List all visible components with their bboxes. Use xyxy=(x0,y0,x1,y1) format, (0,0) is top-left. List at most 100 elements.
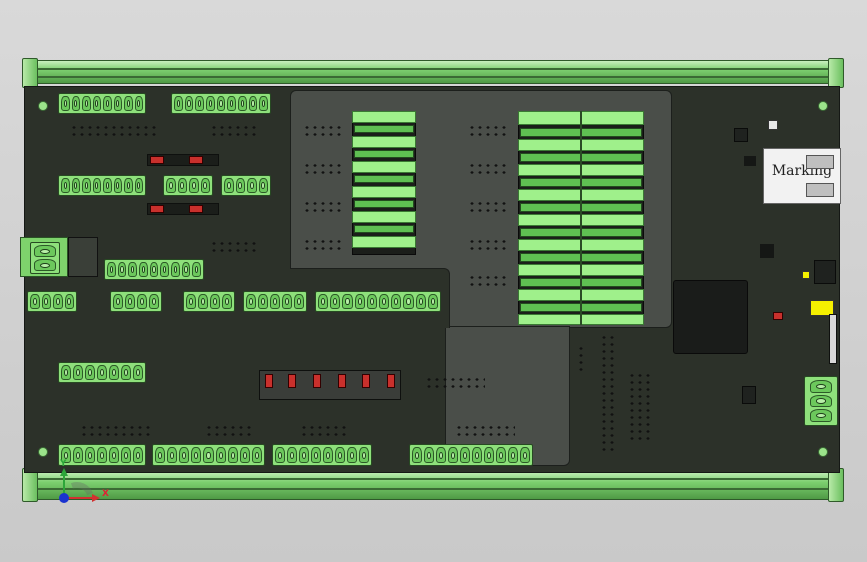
smd-component xyxy=(768,120,778,130)
terminal-block[interactable] xyxy=(58,93,146,114)
terminal-pin xyxy=(247,177,257,194)
terminal-block[interactable] xyxy=(110,291,162,312)
connector-row xyxy=(352,161,416,173)
terminal-pin xyxy=(71,177,80,194)
terminal-block[interactable] xyxy=(58,444,146,466)
via-array xyxy=(425,376,485,390)
dip-switch[interactable] xyxy=(362,374,370,388)
terminal-pin xyxy=(809,409,833,423)
terminal-pin xyxy=(53,293,63,310)
terminal-block[interactable] xyxy=(243,291,307,312)
via-array xyxy=(468,274,508,288)
via-array xyxy=(300,424,350,438)
terminal-pin xyxy=(251,447,262,463)
terminal-pin xyxy=(139,261,148,278)
terminal-block[interactable] xyxy=(58,362,146,383)
terminal-pin xyxy=(71,95,80,112)
via-array xyxy=(205,424,255,438)
bottom-rail-endcap-right xyxy=(828,468,844,502)
ethernet-led xyxy=(806,155,834,169)
dip-switch[interactable] xyxy=(265,374,273,388)
dip-switch[interactable] xyxy=(313,374,321,388)
terminal-pin xyxy=(436,447,446,463)
terminal-pin xyxy=(472,447,482,463)
connector-row xyxy=(352,111,416,123)
terminal-block[interactable] xyxy=(221,175,271,196)
terminal-block[interactable] xyxy=(183,291,235,312)
smd-component xyxy=(760,244,774,258)
mounting-hole xyxy=(818,447,828,457)
jumper-cap[interactable] xyxy=(189,156,203,164)
dip-switch[interactable] xyxy=(288,374,296,388)
via-array xyxy=(80,424,150,438)
terminal-pin xyxy=(124,177,133,194)
terminal-pin xyxy=(124,95,133,112)
jumper-cap[interactable] xyxy=(189,205,203,213)
dip-switch[interactable] xyxy=(387,374,395,388)
terminal-pin xyxy=(448,447,458,463)
terminal-pin xyxy=(184,95,194,112)
terminal-block[interactable] xyxy=(104,259,204,280)
jumper-cap[interactable] xyxy=(150,156,164,164)
terminal-pin xyxy=(113,293,123,310)
terminal-pin xyxy=(508,447,518,463)
terminal-block[interactable] xyxy=(272,444,372,466)
terminal-pin xyxy=(134,95,143,112)
terminal-block[interactable] xyxy=(315,291,441,312)
ic-chip xyxy=(734,128,748,142)
ethernet-port[interactable]: Marking xyxy=(763,148,841,204)
via-column xyxy=(628,372,652,442)
terminal-pin xyxy=(415,293,426,310)
terminal-pin xyxy=(299,447,309,463)
terminal-pin xyxy=(335,447,345,463)
terminal-pin xyxy=(200,177,210,194)
terminal-pin xyxy=(366,293,378,310)
terminal-block[interactable] xyxy=(58,175,146,196)
terminal-pin xyxy=(809,394,833,408)
jumper-cap[interactable] xyxy=(773,312,783,320)
terminal-pin xyxy=(484,447,494,463)
terminal-block[interactable] xyxy=(171,93,271,114)
terminal-pin xyxy=(113,177,122,194)
terminal-block[interactable] xyxy=(409,444,533,466)
voltage-regulator xyxy=(814,260,836,284)
terminal-pin xyxy=(210,293,220,310)
jumper-cap[interactable] xyxy=(150,205,164,213)
power-connector[interactable] xyxy=(30,242,60,274)
terminal-pin xyxy=(195,95,205,112)
top-rail-line xyxy=(22,68,844,70)
terminal-pin xyxy=(174,95,183,112)
mounting-hole xyxy=(38,101,48,111)
dip-switch-array[interactable] xyxy=(259,370,401,400)
terminal-block[interactable] xyxy=(152,444,265,466)
via-array xyxy=(468,124,508,138)
terminal-pin xyxy=(239,447,250,463)
terminal-pin xyxy=(133,364,143,381)
terminal-block[interactable] xyxy=(27,291,77,312)
terminal-pin xyxy=(224,177,234,194)
terminal-block[interactable] xyxy=(163,175,213,196)
dip-switch[interactable] xyxy=(338,374,346,388)
terminal-block[interactable] xyxy=(804,376,838,426)
terminal-pin xyxy=(92,177,101,194)
terminal-pin xyxy=(342,293,353,310)
connector-row xyxy=(354,150,414,158)
terminal-pin xyxy=(222,293,232,310)
terminal-pin xyxy=(192,261,202,278)
terminal-pin xyxy=(61,95,70,112)
top-rail-endcap-right xyxy=(828,58,844,88)
terminal-pin xyxy=(460,447,470,463)
terminal-pin xyxy=(82,95,91,112)
terminal-pin xyxy=(424,447,434,463)
terminal-pin xyxy=(64,293,74,310)
power-connector-body xyxy=(68,237,98,277)
terminal-pin xyxy=(92,95,101,112)
via-array xyxy=(468,238,508,252)
terminal-pin xyxy=(82,177,91,194)
top-rail-line xyxy=(22,76,844,78)
pin-header[interactable] xyxy=(829,314,837,364)
bottom-rail-endcap-left xyxy=(22,468,38,502)
terminal-pin xyxy=(270,293,280,310)
bottom-rail-line xyxy=(22,478,844,480)
connector-row xyxy=(354,200,414,208)
